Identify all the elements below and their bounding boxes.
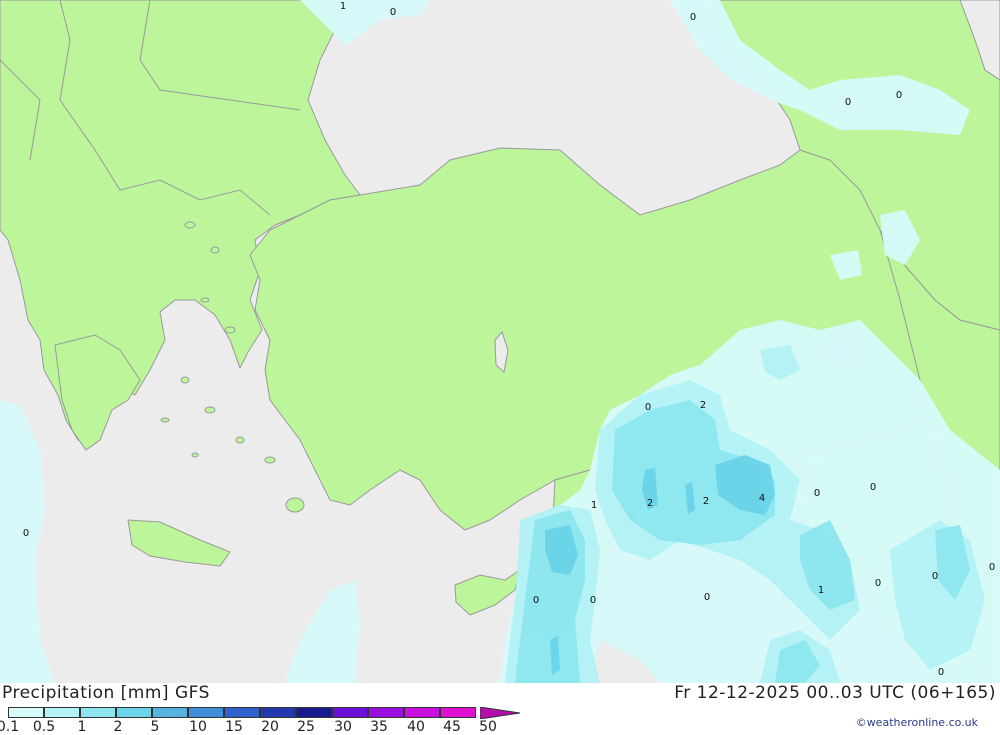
- forecast-datetime: Fr 12-12-2025 00..03 UTC (06+165): [674, 683, 996, 703]
- legend-arrow-tip: [480, 707, 520, 719]
- weather-map-view: 1 0 0 0 0 0 2 2 2 4 1 0 0 0 0 1 0 0 0 0 …: [0, 0, 1000, 735]
- map-label: 0: [590, 595, 596, 606]
- legend-swatch: [152, 707, 188, 718]
- credit-link[interactable]: ©weatheronline.co.uk: [856, 716, 978, 729]
- legend-swatch: [332, 707, 368, 718]
- map-label: 1: [591, 500, 597, 511]
- precipitation-map: 1 0 0 0 0 0 2 2 2 4 1 0 0 0 0 1 0 0 0 0 …: [0, 0, 1000, 683]
- legend-labels: 0.1 0.5 1 2 5 10 15 20 25 30 35 40 45 50: [0, 719, 520, 735]
- legend-swatch: [260, 707, 296, 718]
- legend-swatch: [368, 707, 404, 718]
- legend-swatch: [44, 707, 80, 718]
- map-label: 0: [814, 488, 820, 499]
- map-label: 0: [932, 571, 938, 582]
- legend-swatch: [404, 707, 440, 718]
- legend-scale: [8, 707, 476, 719]
- map-label: 1: [818, 585, 824, 596]
- map-label: 0: [896, 90, 902, 101]
- map-label: 2: [700, 400, 706, 411]
- map-label: 0: [645, 402, 651, 413]
- map-label: 1: [340, 1, 346, 12]
- map-label: 0: [845, 97, 851, 108]
- map-label: 0: [704, 592, 710, 603]
- map-label: 0: [870, 482, 876, 493]
- map-label: 0: [989, 562, 995, 573]
- legend-swatch: [80, 707, 116, 718]
- map-label: 2: [647, 498, 653, 509]
- map-label: 0: [533, 595, 539, 606]
- legend-swatch: [440, 707, 476, 718]
- map-label: 4: [759, 493, 765, 504]
- map-label: 0: [690, 12, 696, 23]
- legend-swatch: [188, 707, 224, 718]
- map-label: 2: [703, 496, 709, 507]
- legend-swatch: [296, 707, 332, 718]
- map-title: Precipitation [mm] GFS: [2, 683, 210, 703]
- map-label: 0: [23, 528, 29, 539]
- map-label: 0: [390, 7, 396, 18]
- legend-swatch: [8, 707, 44, 718]
- map-footer: Precipitation [mm] GFS Fr 12-12-2025 00.…: [0, 683, 1000, 735]
- map-label: 0: [938, 667, 944, 678]
- legend-swatch: [224, 707, 260, 718]
- legend-swatch: [116, 707, 152, 718]
- map-label: 0: [875, 578, 881, 589]
